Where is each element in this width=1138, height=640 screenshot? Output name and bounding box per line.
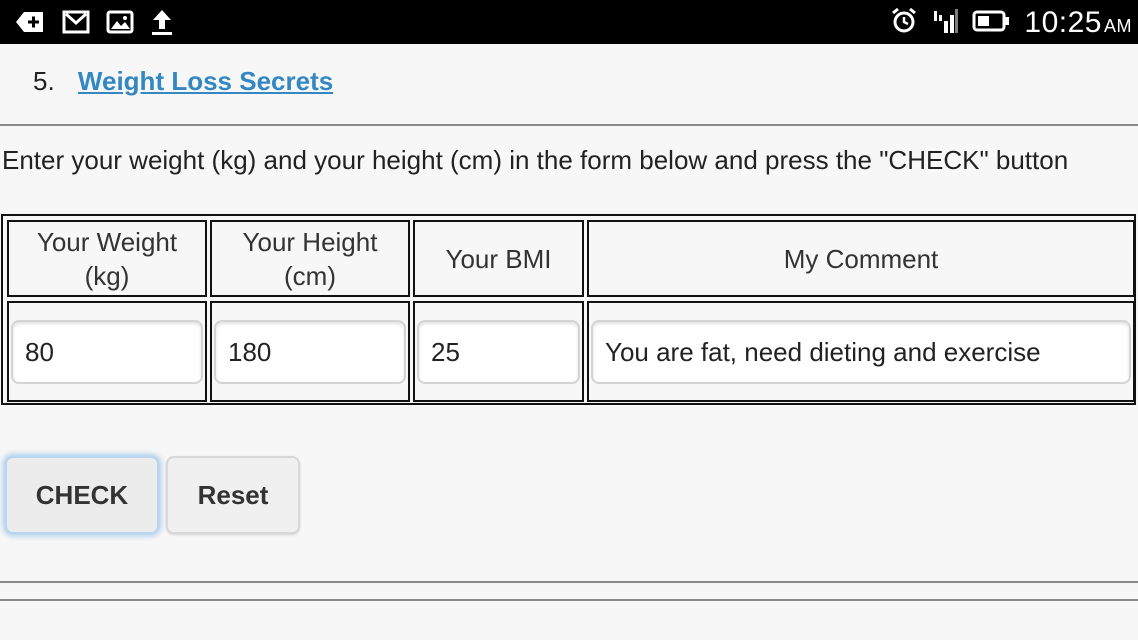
height-input[interactable]: 180 (214, 320, 406, 384)
bmi-output[interactable]: 25 (417, 320, 580, 384)
list-number: 5. (33, 66, 55, 96)
notification-icons (14, 8, 174, 41)
alarm-icon (890, 7, 918, 40)
bmi-form-table: Your Weight (kg) Your Height (cm) Your B… (1, 214, 1136, 405)
header-height: Your Height (cm) (210, 220, 410, 297)
list-item: 5. Weight Loss Secrets (33, 66, 333, 97)
system-icons: 10:25 AM (890, 6, 1132, 40)
header-weight: Your Weight (kg) (7, 220, 207, 297)
page-content: 5. Weight Loss Secrets Enter your weight… (0, 44, 1138, 640)
header-bmi: Your BMI (413, 220, 584, 297)
divider (0, 581, 1138, 583)
image-icon (106, 9, 134, 40)
battery-icon (972, 8, 1010, 39)
header-comment: My Comment (587, 220, 1135, 297)
instructions-text: Enter your weight (kg) and your height (… (2, 145, 1069, 175)
reset-button[interactable]: Reset (166, 456, 300, 534)
check-button[interactable]: CHECK (5, 456, 159, 534)
gmail-icon (62, 9, 90, 40)
weight-input[interactable]: 80 (11, 320, 203, 384)
weight-loss-secrets-link[interactable]: Weight Loss Secrets (78, 66, 333, 96)
add-notification-icon (14, 9, 46, 40)
comment-output[interactable]: You are fat, need dieting and exercise (591, 320, 1131, 384)
divider (0, 599, 1138, 601)
divider (0, 124, 1138, 126)
status-bar: 10:25 AM (0, 0, 1138, 44)
upload-icon (150, 8, 174, 41)
signal-icon (932, 7, 959, 40)
clock: 10:25 AM (1024, 6, 1132, 39)
